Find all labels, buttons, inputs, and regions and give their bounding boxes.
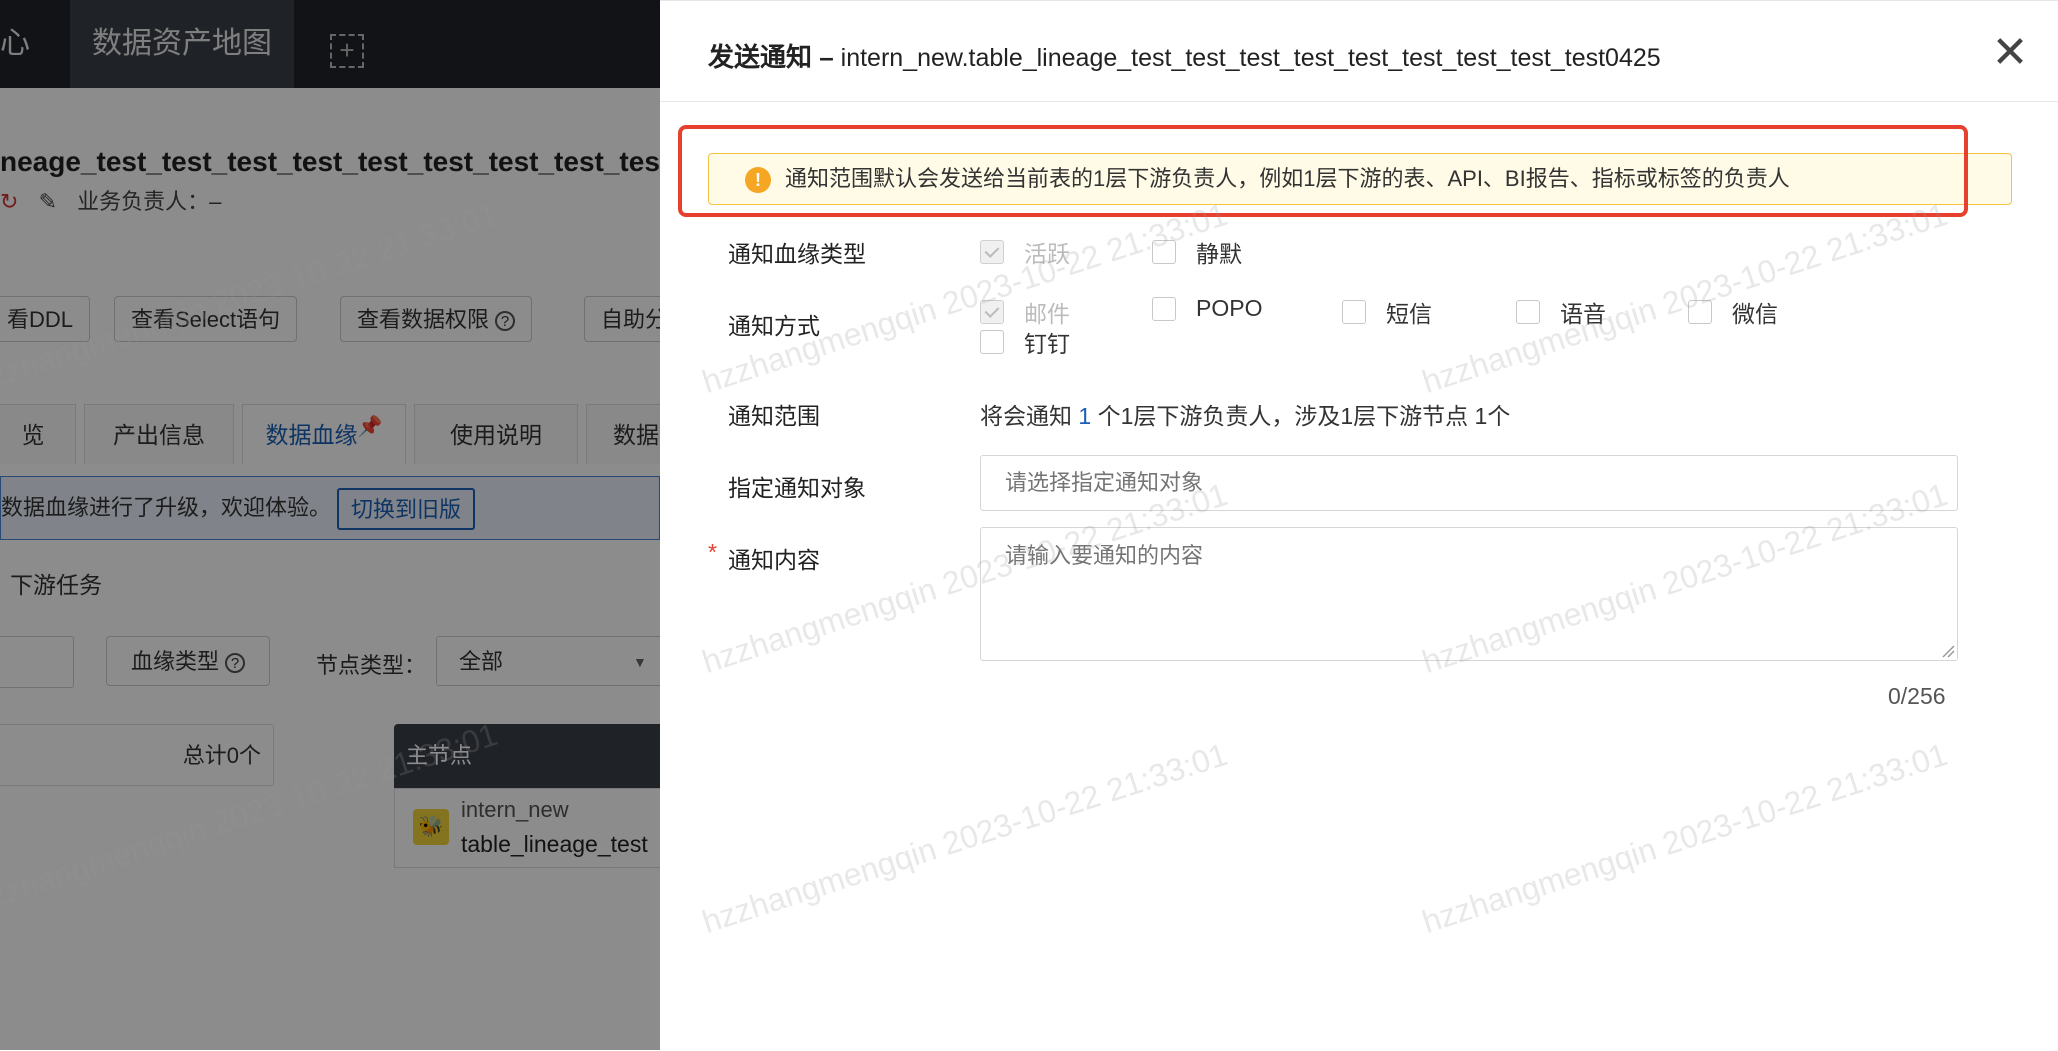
checkbox-label: 钉钉: [1024, 331, 1070, 357]
checkbox-label: POPO: [1196, 295, 1263, 321]
drawer-header: 发送通知 – intern_new.table_lineage_test_tes…: [660, 1, 2058, 102]
scope-text-after: 个1层下游负责人，涉及1层下游节点 1个: [1091, 403, 1511, 429]
checkbox-sms[interactable]: 短信: [1342, 295, 1432, 329]
checkbox-label: 活跃: [1024, 241, 1070, 267]
content-textarea[interactable]: [981, 528, 1957, 660]
checkbox-active: 活跃: [980, 235, 1070, 269]
checkbox-wechat[interactable]: 微信: [1688, 295, 1778, 329]
send-notification-drawer: 发送通知 – intern_new.table_lineage_test_tes…: [660, 0, 2058, 1051]
checkbox-label: 短信: [1386, 301, 1432, 327]
scope-field-label: 通知范围: [728, 403, 820, 429]
checkbox-silent[interactable]: 静默: [1152, 235, 1242, 269]
checkbox-label: 语音: [1560, 301, 1606, 327]
checkbox-box[interactable]: [1152, 240, 1176, 264]
checkbox-box[interactable]: [1688, 300, 1712, 324]
checkbox-email: 邮件: [980, 295, 1070, 329]
highlight-frame: [678, 125, 1968, 217]
checkbox-box[interactable]: [980, 330, 1004, 354]
content-field-label: 通知内容: [728, 547, 820, 573]
method-field-label: 通知方式: [728, 313, 820, 339]
drawer-title: 发送通知 – intern_new.table_lineage_test_tes…: [708, 37, 1661, 74]
lineage-type-field-label: 通知血缘类型: [728, 241, 866, 267]
target-input[interactable]: [981, 456, 1957, 510]
target-field-label: 指定通知对象: [728, 475, 866, 501]
content-textarea-wrapper[interactable]: [980, 527, 1958, 661]
scope-count: 1: [1078, 403, 1092, 429]
resize-handle-icon[interactable]: [1941, 644, 1955, 658]
checkbox-label: 静默: [1196, 241, 1242, 267]
scope-text: 将会通知 1 个1层下游负责人，涉及1层下游节点 1个: [980, 397, 1510, 431]
checkbox-voice[interactable]: 语音: [1516, 295, 1606, 329]
checkbox-popo[interactable]: POPO: [1152, 295, 1262, 322]
checkbox-box[interactable]: [1152, 296, 1176, 321]
drawer-title-prefix: 发送通知 –: [708, 42, 834, 72]
checkbox-label: 微信: [1732, 301, 1778, 327]
checkbox-label: 邮件: [1024, 301, 1070, 327]
checkbox-box: [980, 300, 1004, 324]
target-select[interactable]: [980, 455, 1958, 511]
checkbox-box[interactable]: [1516, 300, 1540, 324]
required-mark: *: [708, 539, 717, 565]
drawer-title-table: intern_new.table_lineage_test_test_test_…: [840, 44, 1661, 72]
modal-mask[interactable]: [0, 0, 660, 1050]
checkbox-dingtalk[interactable]: 钉钉: [980, 325, 1070, 359]
close-icon[interactable]: ✕: [1986, 29, 2034, 77]
char-counter: 0/256: [1888, 683, 1946, 709]
checkbox-box: [980, 240, 1004, 264]
checkbox-box[interactable]: [1342, 300, 1366, 324]
scope-text-before: 将会通知: [980, 403, 1079, 429]
